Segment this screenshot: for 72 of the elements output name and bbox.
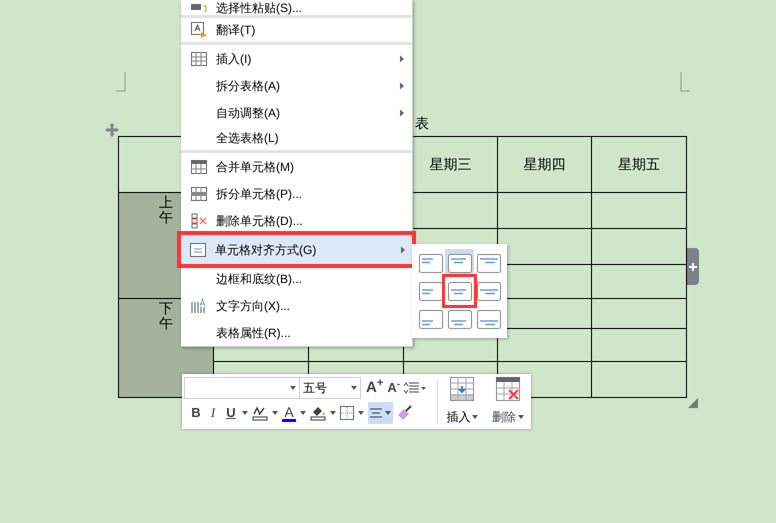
translate-icon: [190, 22, 206, 38]
menu-item[interactable]: 选择性粘贴(S)...: [181, 0, 412, 18]
table-header-cell: 星期四: [498, 136, 592, 192]
delete-cells-icon: [190, 212, 206, 228]
font-name-field[interactable]: [184, 377, 300, 399]
table-icon: [190, 52, 206, 66]
grow-font-button[interactable]: A$^{+}$: [366, 376, 384, 400]
italic-button[interactable]: I: [206, 403, 220, 423]
caret-icon: [300, 411, 306, 415]
table-header-cell: 星期五: [592, 136, 686, 192]
submenu-arrow-icon: [400, 55, 404, 62]
caret-icon: [518, 415, 524, 419]
align-option-icon: [476, 282, 500, 300]
borders-icon[interactable]: [340, 406, 354, 420]
line-spacing-icon[interactable]: [404, 382, 426, 394]
font-color-button[interactable]: A: [282, 404, 296, 422]
align-option-icon: [476, 310, 500, 328]
menu-item[interactable]: 文字方向(X)...: [181, 292, 412, 319]
highlight-icon[interactable]: [252, 405, 268, 421]
page-corner-mark: [116, 72, 126, 92]
menu-item[interactable]: 表格属性(R)...: [181, 319, 412, 346]
table-title: 表: [415, 116, 429, 130]
caret-icon: [472, 415, 478, 419]
plus-icon: [689, 262, 697, 270]
period-label: 上午: [159, 195, 173, 226]
add-column-handle[interactable]: [687, 248, 699, 285]
align-option[interactable]: [445, 277, 474, 305]
caret-icon: [272, 411, 278, 415]
insert-button[interactable]: 插入: [442, 377, 484, 426]
align-option-icon: [418, 310, 442, 328]
menu-item[interactable]: 单元格对齐方式(G): [180, 234, 413, 265]
align-option-icon: [448, 282, 472, 300]
font-size-field[interactable]: 五号: [300, 377, 361, 399]
resize-handle-icon[interactable]: [688, 398, 698, 408]
align-option-icon: [448, 310, 472, 328]
shrink-font-button[interactable]: A$^{-}$: [387, 378, 400, 398]
menu-item[interactable]: 全选表格(L): [181, 126, 412, 153]
caret-icon: [242, 411, 248, 415]
cell-align-icon: [190, 242, 206, 256]
menu-item[interactable]: 插入(I): [181, 45, 412, 72]
align-center-icon: [370, 408, 382, 418]
insert-table-icon: [450, 377, 474, 401]
align-button[interactable]: [368, 402, 393, 424]
menu-item[interactable]: 拆分表格(A): [181, 72, 412, 99]
submenu-arrow-icon: [400, 109, 404, 116]
align-option-icon: [476, 254, 500, 272]
menu-item[interactable]: 自动调整(A): [181, 99, 412, 126]
caret-icon: [330, 411, 336, 415]
move-handle-icon[interactable]: [104, 122, 120, 138]
paint-bucket-icon[interactable]: [310, 405, 326, 421]
format-painter-icon[interactable]: [397, 405, 413, 421]
menu-item[interactable]: 翻译(T): [181, 18, 412, 45]
align-option-icon: [448, 254, 472, 272]
caret-icon: [358, 411, 364, 415]
split-cells-icon: [190, 186, 206, 200]
page-corner-mark: [680, 72, 690, 92]
caret-icon: [290, 386, 296, 390]
delete-button[interactable]: 删除: [487, 377, 529, 426]
delete-table-icon: [496, 377, 520, 401]
align-option-icon: [418, 254, 442, 272]
menu-item[interactable]: 边框和底纹(B)...: [181, 265, 412, 292]
period-label: 下午: [159, 301, 173, 332]
align-option-icon: [418, 282, 442, 300]
bold-button[interactable]: B: [190, 403, 202, 423]
merge-cells-icon: [190, 160, 206, 174]
caret-icon: [351, 386, 357, 390]
menu-item[interactable]: 删除单元格(D)...: [181, 207, 412, 234]
underline-button[interactable]: U: [224, 403, 238, 423]
caret-icon: [385, 411, 391, 415]
submenu-arrow-icon: [400, 82, 404, 89]
submenu-arrow-icon: [401, 246, 405, 253]
text-direction-icon: [190, 298, 206, 314]
